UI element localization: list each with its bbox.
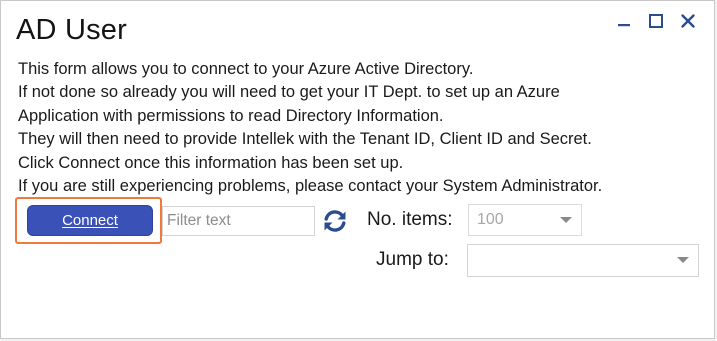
minimize-button[interactable] bbox=[612, 10, 636, 32]
jump-to-select[interactable] bbox=[467, 244, 699, 277]
description-line: This form allows you to connect to your … bbox=[18, 60, 474, 78]
minimize-icon bbox=[618, 24, 630, 27]
maximize-button[interactable] bbox=[644, 10, 668, 32]
close-button[interactable] bbox=[676, 10, 700, 32]
no-items-value: 100 bbox=[477, 211, 504, 228]
refresh-button[interactable] bbox=[321, 207, 349, 235]
window-title: AD User bbox=[16, 14, 127, 46]
description-line: Click Connect once this information has … bbox=[18, 153, 404, 172]
window-controls bbox=[612, 10, 700, 32]
chevron-down-icon bbox=[560, 217, 572, 223]
refresh-icon bbox=[324, 210, 346, 232]
close-icon bbox=[681, 14, 695, 28]
ad-user-window: AD User This form allows you to connect … bbox=[0, 0, 715, 339]
jump-to-label: Jump to: bbox=[376, 249, 449, 270]
filter-text-input[interactable] bbox=[162, 206, 315, 236]
description-line: Application with permissions to read Dir… bbox=[18, 106, 444, 125]
chevron-down-icon bbox=[677, 257, 689, 263]
description-text: This form allows you to connect to your … bbox=[18, 58, 698, 198]
no-items-label: No. items: bbox=[367, 209, 453, 230]
description-line: If you are still experiencing problems, … bbox=[18, 177, 603, 196]
connect-button[interactable]: Connect bbox=[27, 205, 153, 236]
description-line: They will then need to provide Intellek … bbox=[18, 130, 592, 149]
no-items-select[interactable]: 100 bbox=[468, 204, 582, 236]
description-line: If not done so already you will need to … bbox=[18, 83, 560, 102]
maximize-icon bbox=[649, 14, 663, 28]
